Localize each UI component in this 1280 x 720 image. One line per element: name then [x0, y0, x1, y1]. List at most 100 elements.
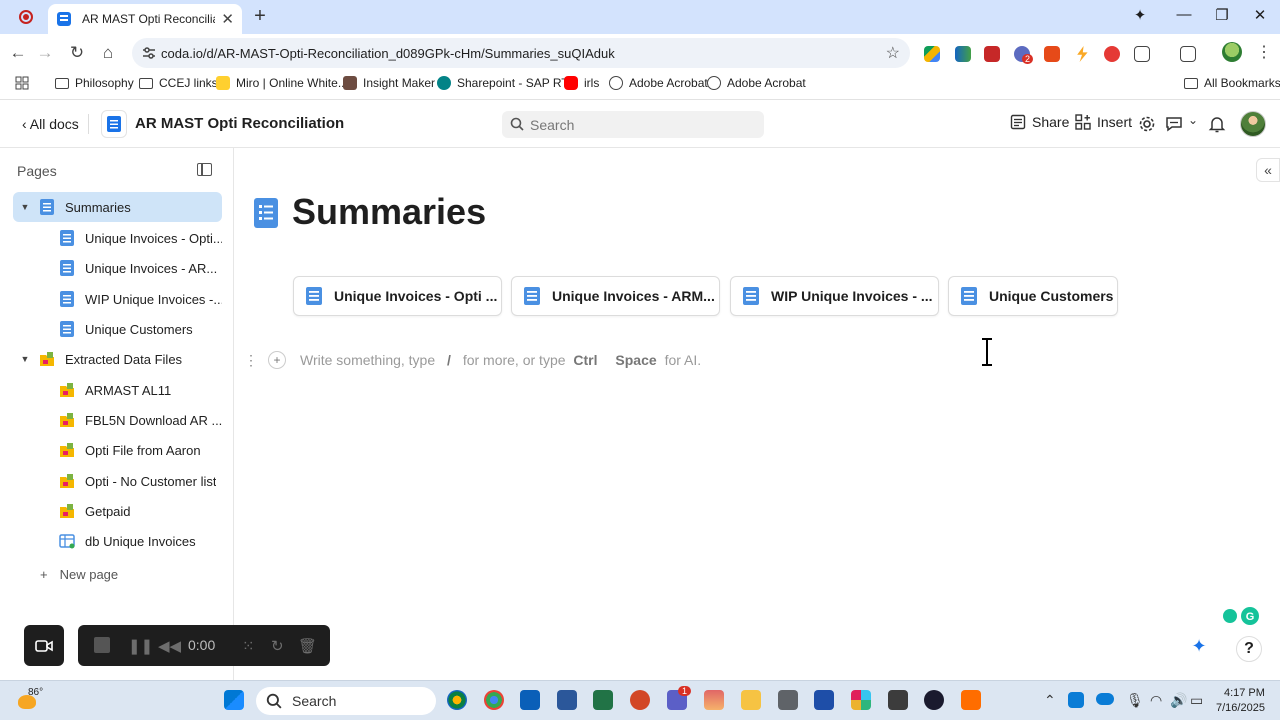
- back-button[interactable]: ←: [7, 42, 29, 64]
- bookmark-insight-maker[interactable]: Insight Maker: [343, 76, 435, 90]
- app-icon[interactable]: [961, 690, 981, 710]
- add-block-button[interactable]: +: [268, 351, 286, 369]
- ai-sparkle-button[interactable]: ✦: [1186, 636, 1212, 660]
- doc-icon[interactable]: [101, 110, 127, 138]
- minimize-button[interactable]: —: [1172, 6, 1196, 23]
- subpage-card-unique-customers[interactable]: Unique Customers: [948, 276, 1118, 316]
- google-drive-icon[interactable]: [924, 46, 940, 62]
- extension-icon[interactable]: [984, 46, 1000, 62]
- restart-icon[interactable]: ↻: [271, 637, 284, 655]
- stop-icon[interactable]: [94, 637, 110, 653]
- app-icon[interactable]: [888, 690, 908, 710]
- word-app-icon[interactable]: [557, 690, 577, 710]
- sidebar-item-unique-invoices-ar[interactable]: Unique Invoices - AR...: [13, 253, 222, 283]
- sidebar-item-armast-al11[interactable]: ARMAST AL11: [13, 375, 222, 405]
- onedrive-icon[interactable]: [1096, 693, 1114, 705]
- chevron-down-icon[interactable]: ▼: [19, 202, 31, 212]
- all-bookmarks[interactable]: All Bookmarks: [1184, 76, 1280, 90]
- extensions-puzzle-icon[interactable]: [1134, 46, 1150, 62]
- sidebar-item-extracted-data-files[interactable]: ▼ Extracted Data Files: [13, 344, 222, 374]
- address-bar[interactable]: coda.io/d/AR-MAST-Opti-Reconciliation_d0…: [132, 38, 910, 68]
- page-title[interactable]: Summaries: [292, 191, 486, 233]
- editor-empty-line[interactable]: ⋮ + Write something, type / for more, or…: [244, 350, 701, 370]
- bookmark-sharepoint[interactable]: Sharepoint - SAP RTR: [437, 76, 577, 90]
- battery-icon[interactable]: ▭: [1190, 692, 1203, 709]
- doc-title[interactable]: AR MAST Opti Reconciliation: [135, 115, 344, 132]
- share-button[interactable]: Share: [1010, 114, 1069, 130]
- close-window-button[interactable]: ✕: [1248, 6, 1272, 24]
- gear-icon[interactable]: [1138, 115, 1156, 133]
- home-button[interactable]: ⌂: [97, 42, 119, 64]
- taskbar-search[interactable]: Search: [256, 687, 436, 715]
- tab-search-icon[interactable]: [1180, 46, 1196, 62]
- tab-close-icon[interactable]: ✕: [221, 10, 234, 28]
- subpage-card-unique-invoices-opti[interactable]: Unique Invoices - Opti ...: [293, 276, 502, 316]
- sidebar-item-opti-file-from-aaron[interactable]: Opti File from Aaron: [13, 435, 222, 465]
- subpage-card-unique-invoices-arm[interactable]: Unique Invoices - ARM...: [511, 276, 720, 316]
- sidebar-item-opti-no-customer-list[interactable]: Opti - No Customer list: [13, 466, 222, 496]
- bookmark-philosophy[interactable]: Philosophy: [55, 76, 134, 90]
- insert-button[interactable]: Insert: [1075, 114, 1132, 130]
- sidebar-item-db-unique-invoices[interactable]: db Unique Invoices: [13, 526, 222, 556]
- expand-panel-icon[interactable]: «: [1256, 158, 1280, 182]
- subpage-card-wip-unique-invoices[interactable]: WIP Unique Invoices - ...: [730, 276, 939, 316]
- bookmark-irls[interactable]: irls: [564, 76, 599, 90]
- comment-icon[interactable]: [1165, 115, 1183, 133]
- bookmark-adobe-acrobat-1[interactable]: Adobe Acrobat: [609, 76, 708, 90]
- sidebar-item-wip-unique-invoices[interactable]: WIP Unique Invoices -...: [13, 284, 222, 314]
- sidebar-item-fbl5n-download[interactable]: FBL5N Download AR ...: [13, 405, 222, 435]
- grid-icon[interactable]: ⁙: [242, 637, 255, 655]
- new-tab-button[interactable]: +: [250, 5, 270, 28]
- excel-app-icon[interactable]: [593, 690, 613, 710]
- taskbar-clock[interactable]: 4:17 PM 7/16/2025: [1216, 686, 1265, 716]
- sidebar-item-unique-customers[interactable]: Unique Customers: [13, 314, 222, 344]
- sidebar-item-summaries[interactable]: ▼ Summaries: [13, 192, 222, 222]
- wifi-icon[interactable]: ◠: [1150, 692, 1162, 709]
- sidebar-item-getpaid[interactable]: Getpaid: [13, 496, 222, 526]
- bookmark-star-icon[interactable]: ☆: [886, 43, 900, 63]
- app-icon[interactable]: [704, 690, 724, 710]
- trash-icon[interactable]: 🗑: [298, 637, 317, 655]
- defender-app-icon[interactable]: [814, 690, 834, 710]
- tray-chevron-up-icon[interactable]: ⌃: [1044, 692, 1056, 709]
- volume-icon[interactable]: 🔊: [1170, 692, 1187, 709]
- calculator-app-icon[interactable]: [778, 690, 798, 710]
- pause-icon[interactable]: ❚❚: [128, 637, 153, 655]
- search-input[interactable]: [530, 115, 750, 134]
- weather-widget[interactable]: 86°: [18, 687, 43, 709]
- apps-grid-icon[interactable]: [15, 76, 29, 90]
- bookmark-miro[interactable]: Miro | Online White...: [216, 76, 348, 90]
- tray-app-icon[interactable]: [1068, 692, 1084, 708]
- drag-handle-icon[interactable]: ⋮: [244, 352, 258, 369]
- browser-tab-active[interactable]: AR MAST Opti Reconciliation · S ✕: [48, 4, 242, 34]
- slack-app-icon[interactable]: [851, 690, 871, 710]
- site-settings-icon[interactable]: [141, 45, 157, 61]
- new-page-button[interactable]: + New page: [40, 567, 118, 582]
- grammarly-icon[interactable]: G: [1220, 606, 1262, 626]
- powerpoint-app-icon[interactable]: [630, 690, 650, 710]
- chevron-down-icon[interactable]: ⌄: [1188, 113, 1198, 127]
- rewind-icon[interactable]: ◀◀: [158, 637, 181, 655]
- chevron-down-icon[interactable]: ▼: [19, 354, 31, 364]
- chrome-app-icon[interactable]: [484, 690, 504, 710]
- extension-icon[interactable]: [1044, 46, 1060, 62]
- extension-icon[interactable]: [955, 46, 971, 62]
- browser-app-icon[interactable]: [447, 690, 467, 710]
- windows-start-icon[interactable]: [224, 690, 244, 710]
- browser-menu-icon[interactable]: ⋮: [1256, 42, 1272, 62]
- restore-button[interactable]: ❐: [1210, 6, 1234, 24]
- file-explorer-icon[interactable]: [741, 690, 761, 710]
- extension-icon[interactable]: [1104, 46, 1120, 62]
- bookmark-adobe-acrobat-2[interactable]: Adobe Acrobat: [707, 76, 806, 90]
- help-button[interactable]: ?: [1236, 636, 1262, 662]
- bell-icon[interactable]: [1208, 115, 1226, 133]
- sidebar-item-unique-invoices-opti[interactable]: Unique Invoices - Opti...: [13, 223, 222, 253]
- sidebar-collapse-icon[interactable]: [197, 163, 212, 176]
- lightning-extension-icon[interactable]: [1077, 46, 1088, 62]
- forward-button[interactable]: →: [34, 42, 56, 64]
- reload-button[interactable]: ↻: [66, 42, 88, 64]
- bookmark-ccej-links[interactable]: CCEJ links: [139, 76, 218, 90]
- doc-search[interactable]: [502, 111, 764, 138]
- outlook-app-icon[interactable]: [520, 690, 540, 710]
- all-docs-link[interactable]: ‹ All docs: [22, 116, 79, 132]
